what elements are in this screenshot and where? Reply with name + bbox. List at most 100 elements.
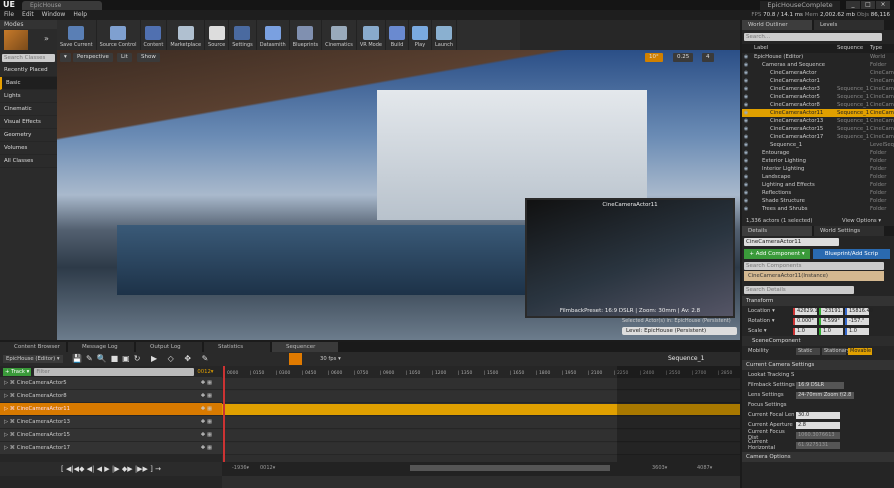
- visibility-eye-icon[interactable]: ◉: [742, 165, 750, 173]
- track-row[interactable]: ▷ ⌘ CineCameraActor15 ✚ ▦: [0, 429, 222, 441]
- outliner-row[interactable]: ◉CineCameraActor3Sequence_1CineCameraAct…: [742, 85, 894, 93]
- toolbar-build-button[interactable]: Build: [386, 20, 409, 50]
- category-visual-effects[interactable]: Visual Effects: [0, 116, 57, 129]
- outliner-row[interactable]: ◉ Landscape Folder: [742, 173, 894, 181]
- close-button[interactable]: ×: [876, 1, 890, 9]
- mobility-movable[interactable]: Movable: [848, 347, 872, 355]
- tab-details[interactable]: Details: [742, 226, 812, 236]
- visibility-eye-icon[interactable]: ◉: [742, 93, 750, 101]
- camera-options-section[interactable]: Camera Options: [742, 452, 894, 462]
- outliner-row[interactable]: ◉ Entourage Folder: [742, 149, 894, 157]
- track-row[interactable]: ▷ ⌘ CineCameraActor11 ✚ ▦: [0, 403, 222, 415]
- focus-settings-row[interactable]: Focus Settings: [742, 400, 894, 410]
- outliner-row[interactable]: ◉CineCameraActor8Sequence_1CineCameraAct…: [742, 101, 894, 109]
- add-track-button[interactable]: + Track ▾: [3, 367, 32, 376]
- lookat-row[interactable]: Lookat Tracking S: [742, 370, 894, 380]
- visibility-eye-icon[interactable]: ◉: [742, 61, 750, 69]
- visibility-eye-icon[interactable]: ◉: [742, 117, 750, 125]
- timeline[interactable]: | 0000 | 0150 | 0300 | 0450 | 0600 | 0750 | 09…: [222, 366, 740, 488]
- camera-speed-button[interactable]: 4: [702, 53, 714, 62]
- visibility-eye-icon[interactable]: ◉: [742, 53, 750, 61]
- add-component-button[interactable]: + Add Component ▾: [744, 249, 810, 259]
- search-classes-input[interactable]: Search Classes: [2, 54, 55, 62]
- lens-dropdown[interactable]: 24-70mm Zoom f/2.8: [796, 391, 854, 399]
- visibility-eye-icon[interactable]: ◉: [742, 157, 750, 165]
- category-recently-placed[interactable]: Recently Placed: [0, 64, 57, 77]
- col-sequence[interactable]: Sequence: [837, 44, 863, 52]
- visibility-eye-icon[interactable]: ◉: [742, 133, 750, 141]
- tab-content-browser[interactable]: Content Browser: [0, 342, 66, 352]
- outliner-row[interactable]: ◉CineCameraActorCineCameraActor: [742, 69, 894, 77]
- toolbar-settings-button[interactable]: Settings: [229, 20, 257, 50]
- visibility-eye-icon[interactable]: ◉: [742, 149, 750, 157]
- toolbar-marketplace-button[interactable]: Marketplace: [167, 20, 206, 50]
- transform-section[interactable]: Transform: [742, 296, 894, 306]
- scale-snap-button[interactable]: 0.25: [673, 53, 694, 62]
- track-filter-input[interactable]: Filter: [34, 367, 195, 376]
- tab-levels[interactable]: Levels: [814, 20, 884, 30]
- outliner-search-input[interactable]: Search...: [744, 33, 882, 41]
- toolbar-vr-mode-button[interactable]: VR Mode: [357, 20, 386, 50]
- outliner-row[interactable]: ◉ Exterior Lighting Folder: [742, 157, 894, 165]
- visibility-eye-icon[interactable]: ◉: [742, 189, 750, 197]
- add-key-icon[interactable]: ✚ ▦: [201, 377, 212, 389]
- expand-chevron-icon[interactable]: »: [44, 34, 49, 43]
- track-row[interactable]: ▷ ⌘ CineCameraActor17 ✚ ▦: [0, 442, 222, 454]
- outliner-row[interactable]: ◉CineCameraActor15Sequence_1CineCameraAc…: [742, 125, 894, 133]
- document-tab[interactable]: EpicHouse: [22, 1, 102, 10]
- outliner-row[interactable]: ◉ Interior Lighting Folder: [742, 165, 894, 173]
- transport-controls[interactable]: [ ◀|◀◆ ◀| ◀ ▶ |▶ ◆▶ |▶▶ ] →: [0, 462, 222, 476]
- category-lights[interactable]: Lights: [0, 90, 57, 103]
- show-button[interactable]: Show: [137, 53, 160, 62]
- category-all-classes[interactable]: All Classes: [0, 155, 57, 168]
- add-key-icon[interactable]: ✚ ▦: [201, 442, 212, 454]
- search-details-input[interactable]: Search Details: [744, 286, 854, 294]
- outliner-row[interactable]: ◉ Lighting and Effects Folder: [742, 181, 894, 189]
- world-selector[interactable]: EpicHouse (Editor) ▾: [3, 355, 63, 363]
- toolbar-blueprints-button[interactable]: Blueprints: [290, 20, 323, 50]
- menu-file[interactable]: File: [0, 10, 18, 20]
- mobility-stationary[interactable]: Stationary: [822, 347, 850, 355]
- current-frame[interactable]: 0012▾: [197, 369, 213, 375]
- tab-sequencer[interactable]: Sequencer: [272, 342, 338, 352]
- tab-message-log[interactable]: Message Log: [68, 342, 134, 352]
- tab-statistics[interactable]: Statistics: [204, 342, 270, 352]
- category-cinematic[interactable]: Cinematic: [0, 103, 57, 116]
- toolbar-datasmith-button[interactable]: Datasmith: [257, 20, 290, 50]
- visibility-eye-icon[interactable]: ◉: [742, 197, 750, 205]
- outliner-row[interactable]: ◉CineCameraActor5Sequence_1CineCameraAct…: [742, 93, 894, 101]
- actor-name-field[interactable]: CineCameraActor11: [744, 238, 839, 246]
- filmback-dropdown[interactable]: 16:9 DSLR: [796, 381, 844, 389]
- visibility-eye-icon[interactable]: ◉: [742, 85, 750, 93]
- visibility-eye-icon[interactable]: ◉: [742, 125, 750, 133]
- lit-button[interactable]: Lit: [117, 53, 132, 62]
- toolbar-cinematics-button[interactable]: Cinematics: [322, 20, 357, 50]
- timeline-scrollbar[interactable]: [410, 465, 610, 471]
- add-key-icon[interactable]: ✚ ▦: [201, 390, 212, 402]
- toolbar-source-button[interactable]: Source: [205, 20, 230, 50]
- outliner-row[interactable]: ◉CineCameraActor11Sequence_1CineCameraAc…: [742, 109, 894, 117]
- level-viewport[interactable]: ▾ Perspective Lit Show 10° 0.25 4 CineCa…: [57, 50, 740, 340]
- outliner-row[interactable]: ◉Sequence_1LevelSequenceActor: [742, 141, 894, 149]
- category-basic[interactable]: Basic: [0, 77, 57, 90]
- scene-component-section[interactable]: SceneComponent: [742, 336, 894, 346]
- outliner-row[interactable]: ◉ EpicHouse (Editor) World: [742, 53, 894, 61]
- snap-magnet-icon[interactable]: [289, 353, 302, 365]
- visibility-eye-icon[interactable]: ◉: [742, 69, 750, 77]
- track-row[interactable]: ▷ ⌘ CineCameraActor13 ✚ ▦: [0, 416, 222, 428]
- tab-world-outliner[interactable]: World Outliner: [742, 20, 812, 30]
- add-key-icon[interactable]: ✚ ▦: [201, 429, 212, 441]
- category-geometry[interactable]: Geometry: [0, 129, 57, 142]
- toolbar-content-button[interactable]: Content: [141, 20, 168, 50]
- track-row[interactable]: ▷ ⌘ CineCameraActor5 ✚ ▦: [0, 377, 222, 389]
- col-label[interactable]: Label: [742, 44, 768, 53]
- viewport-options-button[interactable]: ▾: [60, 53, 71, 62]
- track-row[interactable]: ▷ ⌘ CineCameraActor8 ✚ ▦: [0, 390, 222, 402]
- outliner-row[interactable]: ◉CineCameraActor13Sequence_1CineCameraAc…: [742, 117, 894, 125]
- view-options-button[interactable]: View Options ▾: [842, 217, 881, 225]
- visibility-eye-icon[interactable]: ◉: [742, 205, 750, 213]
- visibility-eye-icon[interactable]: ◉: [742, 109, 750, 117]
- search-components-input[interactable]: Search Components: [744, 262, 884, 270]
- toolbar-source-control-button[interactable]: Source Control: [97, 20, 141, 50]
- tab-world-settings[interactable]: World Settings: [814, 226, 884, 236]
